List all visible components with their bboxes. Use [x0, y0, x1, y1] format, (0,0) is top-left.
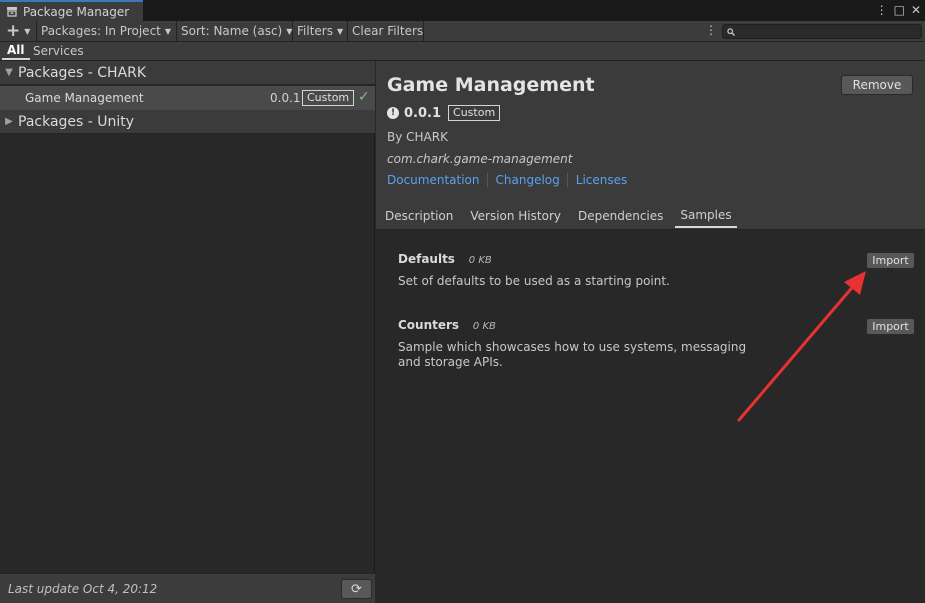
import-counters-button[interactable]: Import	[866, 318, 915, 335]
group-packages-unity[interactable]: ▶ Packages - Unity	[0, 110, 375, 134]
filters-dropdown[interactable]: Filters ▼	[293, 21, 348, 41]
collapsed-triangle-icon[interactable]: ▶	[0, 116, 18, 127]
group-label: Packages - CHARK	[18, 64, 147, 81]
tab-samples[interactable]: Samples	[675, 204, 737, 228]
changelog-link[interactable]: Changelog	[496, 173, 568, 187]
sample-description: Set of defaults to be used as a starting…	[398, 274, 670, 288]
refresh-button[interactable]: ⟳	[341, 579, 372, 599]
tab-services[interactable]: Services	[28, 42, 89, 60]
clear-filters-button[interactable]: Clear Filters	[348, 21, 424, 41]
packages-scope-label: Packages: In Project	[41, 24, 161, 38]
packages-scope-dropdown[interactable]: Packages: In Project ▼	[37, 21, 177, 41]
installed-check-icon: ✓	[358, 89, 370, 105]
tab-all[interactable]: All	[2, 42, 30, 60]
toolbar-menu-icon[interactable]: ⋮	[705, 23, 717, 37]
search-icon	[727, 27, 735, 36]
remove-button[interactable]: Remove	[841, 75, 913, 95]
sample-title: Defaults	[398, 252, 455, 266]
package-version: 0.0.1	[270, 91, 301, 105]
author-text: By CHARK	[387, 130, 448, 144]
custom-badge: Custom	[448, 105, 501, 121]
tab-description[interactable]: Description	[380, 204, 458, 228]
sample-title: Counters	[398, 318, 460, 332]
package-icon	[7, 7, 17, 17]
sort-label: Sort: Name (asc)	[181, 24, 283, 38]
search-input[interactable]	[738, 25, 918, 38]
package-list-panel: ▼ Packages - CHARK Game Management 0.0.1…	[0, 61, 375, 603]
detail-links: Documentation Changelog Licenses	[387, 173, 642, 187]
group-label: Packages - Unity	[18, 113, 135, 130]
window-title: Package Manager	[23, 4, 130, 19]
import-defaults-button[interactable]: Import	[866, 252, 915, 269]
package-detail-panel: Game Management Remove ! 0.0.1 Custom By…	[376, 61, 925, 603]
custom-badge: Custom	[302, 90, 355, 106]
version-line: ! 0.0.1 Custom	[387, 105, 501, 121]
filter-tab-bar: All Services	[0, 42, 925, 61]
sample-defaults: Defaults 0 KB Set of defaults to be used…	[398, 252, 768, 289]
refresh-icon: ⟳	[351, 581, 362, 597]
chevron-down-icon: ▼	[286, 26, 293, 36]
sample-counters: Counters 0 KB Sample which showcases how…	[398, 318, 768, 370]
window-tab-bar: Package Manager ⋮ □ ✕	[0, 0, 925, 21]
sort-dropdown[interactable]: Sort: Name (asc) ▼	[177, 21, 293, 41]
package-name: Game Management	[25, 91, 144, 105]
close-icon[interactable]: ✕	[911, 2, 921, 18]
add-package-button[interactable]: + ▼	[0, 21, 37, 41]
status-bar: Last update Oct 4, 20:12 ⟳	[0, 573, 375, 603]
detail-version: 0.0.1	[404, 105, 442, 121]
sample-size: 0 KB	[468, 255, 492, 266]
group-packages-chark[interactable]: ▼ Packages - CHARK	[0, 61, 375, 85]
tab-version-history[interactable]: Version History	[465, 204, 566, 228]
licenses-link[interactable]: Licenses	[576, 173, 635, 187]
filters-label: Filters	[297, 24, 333, 38]
sample-description: Sample which showcases how to use system…	[398, 340, 747, 369]
chevron-down-icon: ▼	[336, 26, 344, 36]
detail-header: Game Management Remove ! 0.0.1 Custom By…	[376, 61, 925, 230]
tab-dependencies[interactable]: Dependencies	[573, 204, 668, 228]
detail-tabs: Description Version History Dependencies…	[380, 204, 744, 228]
package-id-text: com.chark.game-management	[387, 152, 573, 166]
maximize-icon[interactable]: □	[894, 2, 905, 18]
window-menu-icon[interactable]: ⋮	[876, 2, 888, 18]
plus-icon: +	[6, 21, 21, 41]
search-field[interactable]	[722, 24, 922, 39]
sample-size: 0 KB	[472, 321, 496, 332]
package-manager-tab[interactable]: Package Manager	[0, 0, 143, 21]
last-update-text: Last update Oct 4, 20:12	[8, 582, 158, 596]
chevron-down-icon: ▼	[164, 26, 172, 36]
page-title: Game Management	[387, 74, 595, 96]
info-icon[interactable]: !	[387, 107, 399, 119]
expanded-triangle-icon[interactable]: ▼	[0, 67, 18, 78]
chevron-down-icon: ▼	[24, 26, 31, 36]
documentation-link[interactable]: Documentation	[387, 173, 488, 187]
list-item[interactable]: Game Management 0.0.1 Custom ✓	[0, 86, 375, 110]
toolbar: + ▼ Packages: In Project ▼ Sort: Name (a…	[0, 21, 925, 42]
